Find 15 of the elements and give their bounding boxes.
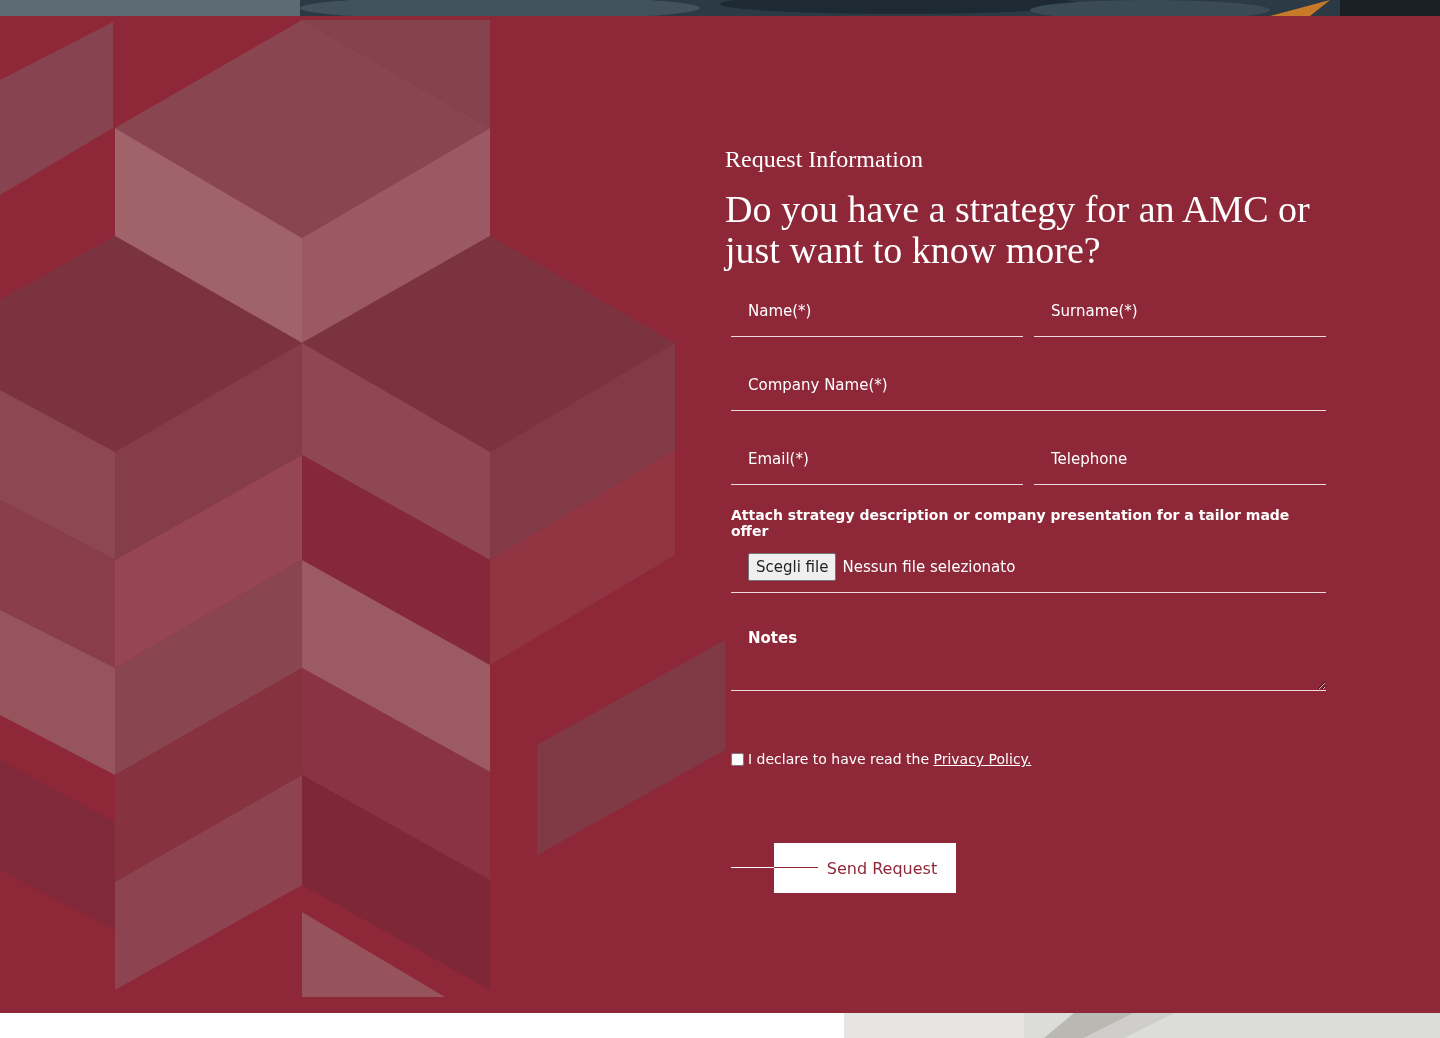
privacy-policy-link[interactable]: Privacy Policy. <box>933 751 1032 767</box>
consent-text: I declare to have read the Privacy Policy. <box>748 751 1032 767</box>
choose-file-button[interactable]: Scegli file <box>748 553 837 581</box>
input-field[interactable]: Company Name(*) <box>731 359 1326 411</box>
form-heading: Do you have a strategy for an AMC or just want to know more? <box>725 189 1311 271</box>
section-title: Request Information <box>725 146 924 173</box>
consent-checkbox[interactable] <box>731 752 744 766</box>
file-status: Nessun file selezionato <box>842 558 1016 576</box>
notes-field[interactable]: Notes <box>731 611 1326 691</box>
input-field[interactable]: Surname(*) <box>1034 285 1326 337</box>
send-request-button[interactable]: Send Request <box>774 843 956 893</box>
input-field[interactable]: Name(*) <box>731 285 1023 337</box>
input-field[interactable]: Email(*) <box>731 433 1023 485</box>
attachment-label: Attach strategy description or company presentation for a tailor made offer <box>731 507 1291 539</box>
input-field[interactable]: Telephone <box>1034 433 1326 485</box>
